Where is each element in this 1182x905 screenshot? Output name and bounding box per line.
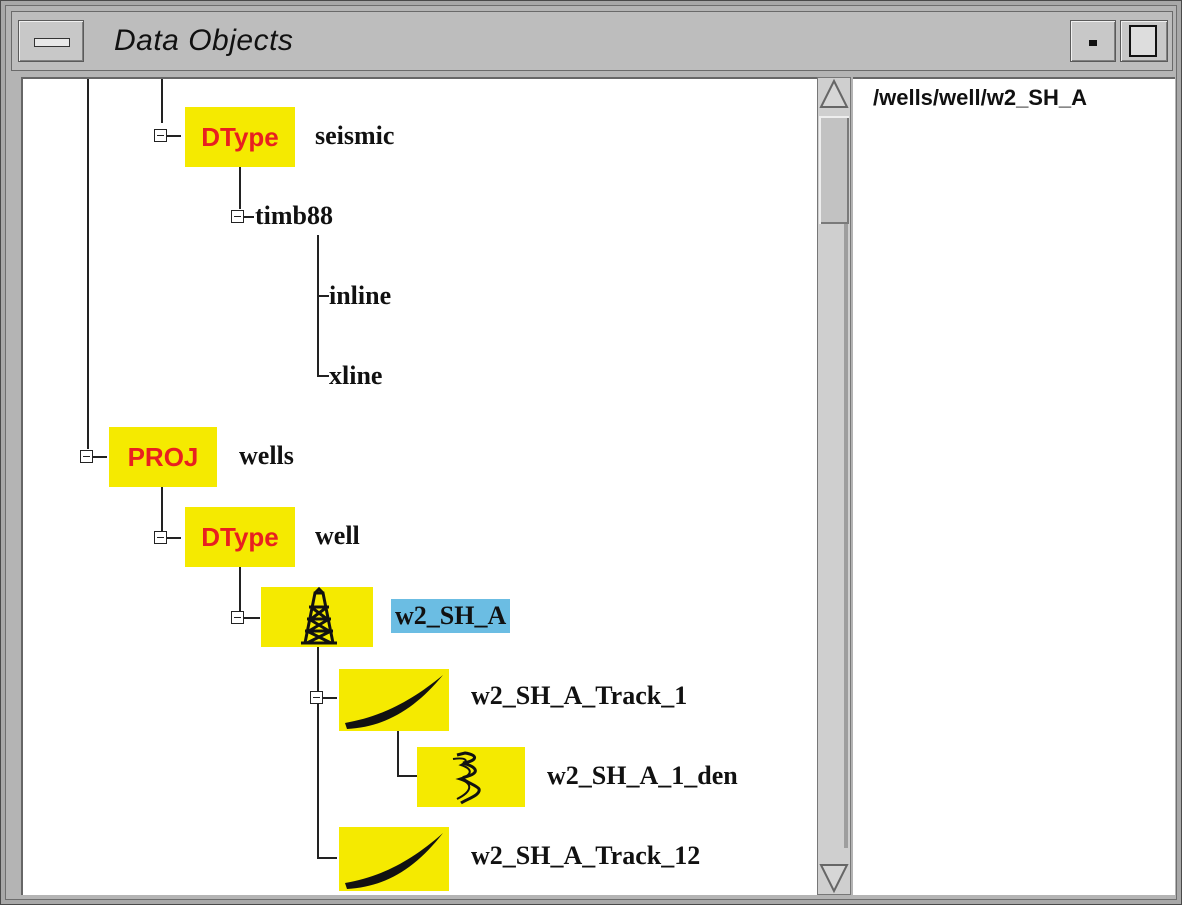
tree-connector: [397, 731, 399, 777]
tree-node-inline[interactable]: inline: [329, 281, 391, 311]
tree-connector: [93, 456, 107, 458]
collapse-toggle[interactable]: [231, 210, 244, 223]
scroll-up-arrow[interactable]: [818, 78, 850, 110]
tree-node-den[interactable]: w2_SH_A_1_den: [547, 761, 738, 791]
minimize-icon: [1089, 40, 1097, 46]
tree-connector: [167, 135, 181, 137]
collapse-toggle[interactable]: [154, 531, 167, 544]
tree-connector: [239, 567, 241, 611]
collapse-toggle[interactable]: [231, 611, 244, 624]
tree-connector: [167, 537, 181, 539]
title-bar[interactable]: Data Objects: [11, 11, 1173, 71]
tree-connector: [317, 295, 329, 297]
tree-node-seismic[interactable]: seismic: [315, 121, 394, 151]
data-objects-window: Data Objects DType seismic timb88 inline…: [0, 0, 1182, 905]
tree-connector: [317, 235, 319, 377]
scroll-down-arrow[interactable]: [818, 862, 850, 894]
collapse-toggle[interactable]: [80, 450, 93, 463]
tree-node-timb88[interactable]: timb88: [255, 201, 333, 231]
collapse-toggle[interactable]: [154, 129, 167, 142]
proj-badge: PROJ: [109, 427, 217, 487]
tree-connector: [317, 647, 319, 859]
collapse-toggle[interactable]: [310, 691, 323, 704]
vertical-scrollbar[interactable]: [817, 77, 851, 895]
tree-connector: [317, 857, 337, 859]
tree-connector: [397, 775, 417, 777]
well-track-icon: [339, 827, 449, 891]
object-path-label: /wells/well/w2_SH_A: [873, 85, 1087, 110]
scroll-thumb[interactable]: [819, 116, 849, 224]
dtype-badge: DType: [185, 107, 295, 167]
tree-node-w2-sh-a[interactable]: w2_SH_A: [391, 599, 511, 633]
log-curve-icon: [417, 747, 525, 807]
menu-bar-icon: [34, 38, 70, 47]
derrick-icon: [261, 587, 373, 647]
tree-connector: [244, 617, 260, 619]
detail-pane: /wells/well/w2_SH_A: [853, 77, 1175, 895]
tree-connector: [239, 167, 241, 209]
tree-connector: [317, 375, 329, 377]
well-track-icon: [339, 669, 449, 731]
tree-node-track-1[interactable]: w2_SH_A_Track_1: [471, 681, 687, 711]
tree-node-wells[interactable]: wells: [239, 441, 294, 471]
tree-connector: [87, 79, 89, 449]
window-menu-button[interactable]: [18, 20, 84, 62]
tree-connector: [244, 216, 254, 218]
tree-node-xline[interactable]: xline: [329, 361, 382, 391]
tree-connector: [323, 697, 337, 699]
tree-connector: [161, 487, 163, 531]
tree-node-well[interactable]: well: [315, 521, 360, 551]
tree-node-track-12[interactable]: w2_SH_A_Track_12: [471, 841, 700, 871]
dtype-badge: DType: [185, 507, 295, 567]
maximize-icon: [1129, 25, 1157, 57]
maximize-button[interactable]: [1120, 20, 1168, 62]
window-title: Data Objects: [114, 24, 294, 57]
tree-connector: [161, 79, 163, 123]
tree-pane[interactable]: DType seismic timb88 inline xline PROJ w…: [21, 77, 817, 895]
scroll-track[interactable]: [844, 224, 848, 848]
minimize-button[interactable]: [1070, 20, 1116, 62]
